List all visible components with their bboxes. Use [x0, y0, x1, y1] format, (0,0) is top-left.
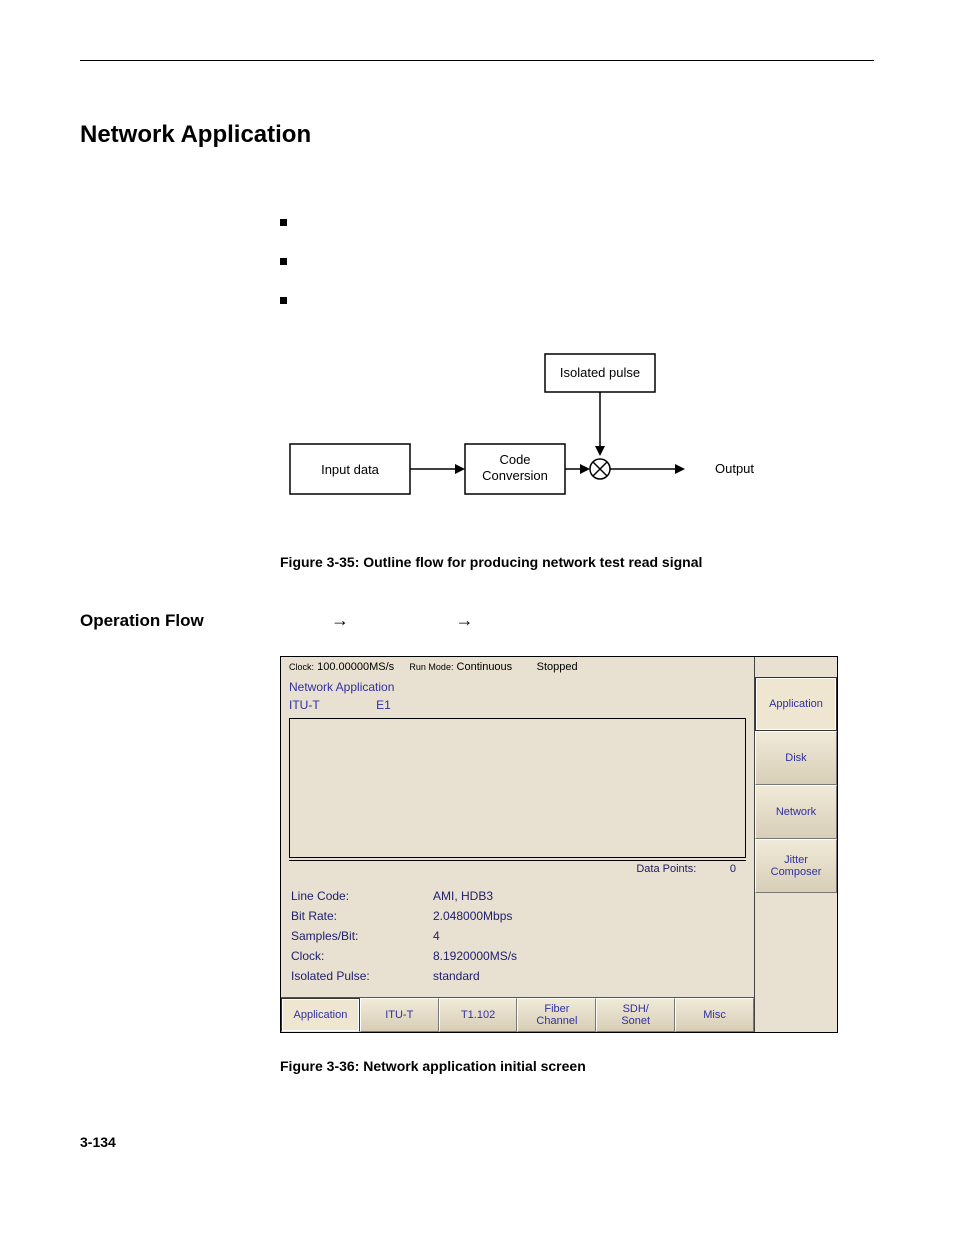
- param-value: 8.1920000MS/s: [433, 947, 744, 965]
- flow-diagram: Isolated pulse Input data Code Conversio…: [280, 344, 874, 524]
- output-label: Output: [715, 461, 754, 476]
- param-row: Samples/Bit:4: [291, 927, 744, 945]
- runmode-label: Run Mode:: [409, 662, 453, 672]
- substandard-value: E1: [376, 698, 391, 712]
- tab-itu-t[interactable]: ITU-T: [360, 998, 439, 1032]
- flow-arrows: → →: [280, 610, 524, 631]
- code-conversion-label-2: Conversion: [482, 468, 548, 483]
- figure-35-caption: Figure 3-35: Outline flow for producing …: [280, 554, 874, 570]
- param-label: Isolated Pulse:: [291, 967, 431, 985]
- side-button-bar: Application Disk Network Jitter Composer: [754, 657, 837, 1032]
- tab-misc[interactable]: Misc: [675, 998, 754, 1032]
- code-conversion-label-1: Code: [499, 452, 530, 467]
- param-label: Line Code:: [291, 887, 431, 905]
- bullet-icon: [280, 258, 287, 265]
- status-bar: Clock: 100.00000MS/s Run Mode: Continuou…: [281, 657, 754, 678]
- bullet-icon: [280, 219, 287, 226]
- param-row: Isolated Pulse:standard: [291, 967, 744, 985]
- standard-value: ITU-T: [289, 698, 319, 712]
- tab-t1-102[interactable]: T1.102: [439, 998, 518, 1032]
- param-value: 4: [433, 927, 744, 945]
- bottom-tab-bar: Application ITU-T T1.102 Fiber Channel S…: [281, 997, 754, 1032]
- param-value: 2.048000Mbps: [433, 907, 744, 925]
- side-btn-application[interactable]: Application: [755, 677, 837, 731]
- input-data-label: Input data: [321, 462, 380, 477]
- side-btn-jitter-composer[interactable]: Jitter Composer: [755, 839, 837, 893]
- data-points-label: Data Points:: [636, 863, 696, 875]
- figure-36-caption: Figure 3-36: Network application initial…: [280, 1058, 874, 1074]
- param-label: Samples/Bit:: [291, 927, 431, 945]
- side-btn-network[interactable]: Network: [755, 785, 837, 839]
- clock-value: 100.00000MS/s: [317, 661, 394, 673]
- network-app-screenshot: Clock: 100.00000MS/s Run Mode: Continuou…: [280, 656, 838, 1033]
- waveform-area: [289, 718, 746, 858]
- parameter-list: Line Code:AMI, HDB3 Bit Rate:2.048000Mbp…: [281, 877, 754, 997]
- tab-application[interactable]: Application: [281, 998, 360, 1032]
- param-row: Line Code:AMI, HDB3: [291, 887, 744, 905]
- tab-sdh-sonet[interactable]: SDH/ Sonet: [596, 998, 675, 1032]
- param-label: Bit Rate:: [291, 907, 431, 925]
- isolated-pulse-label: Isolated pulse: [560, 365, 640, 380]
- param-label: Clock:: [291, 947, 431, 965]
- operation-flow-heading: Operation Flow: [80, 611, 280, 631]
- bullet-icon: [280, 297, 287, 304]
- tab-fiber-channel[interactable]: Fiber Channel: [517, 998, 596, 1032]
- param-value: AMI, HDB3: [433, 887, 744, 905]
- page-number: 3-134: [80, 1134, 874, 1150]
- arrow-icon: →: [280, 610, 400, 631]
- clock-label: Clock:: [289, 662, 314, 672]
- section-heading: Network Application: [80, 121, 874, 149]
- side-btn-disk[interactable]: Disk: [755, 731, 837, 785]
- param-value: standard: [433, 967, 744, 985]
- param-row: Bit Rate:2.048000Mbps: [291, 907, 744, 925]
- param-row: Clock:8.1920000MS/s: [291, 947, 744, 965]
- run-status: Stopped: [537, 661, 578, 673]
- runmode-value: Continuous: [457, 661, 513, 673]
- arrow-icon: →: [404, 610, 524, 631]
- app-title: Network Application: [289, 680, 394, 694]
- data-points-value: 0: [730, 863, 736, 875]
- bullet-list: [280, 219, 874, 304]
